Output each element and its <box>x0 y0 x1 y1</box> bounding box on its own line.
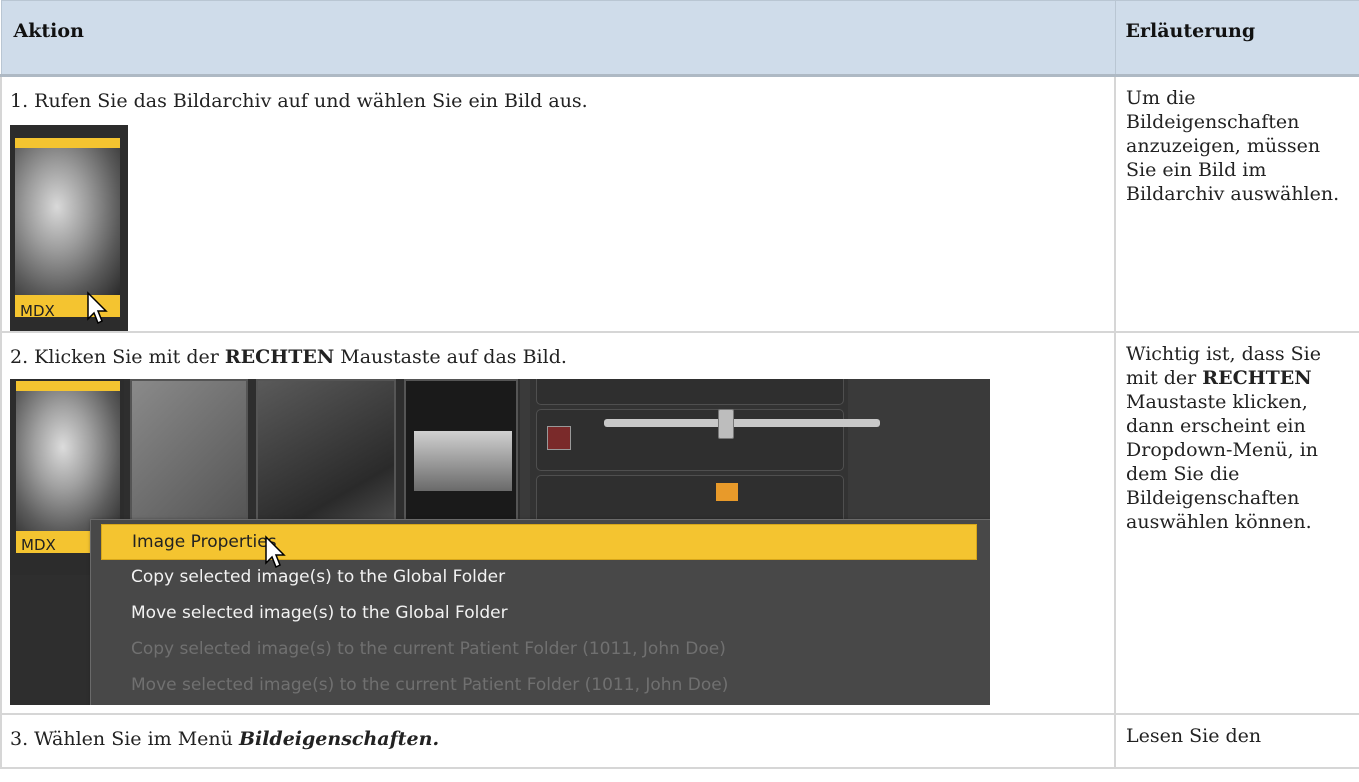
slider-handle[interactable] <box>718 409 734 439</box>
action-cell: 3. Wählen Sie im Menü Bildeigenschaften. <box>0 713 1116 769</box>
menu-item-move-global[interactable]: Move selected image(s) to the Global Fol… <box>91 596 990 632</box>
selection-bar <box>15 138 120 148</box>
thumbnail-label: MDX <box>21 536 56 554</box>
step-text-part: 2. Klicken Sie mit der <box>10 346 225 368</box>
header-explanation: Erläuterung <box>1114 0 1359 77</box>
header-action: Aktion <box>0 0 1116 77</box>
selection-bar <box>16 381 120 391</box>
mouse-cursor-icon <box>87 291 108 325</box>
menu-item-move-patient: Move selected image(s) to the current Pa… <box>131 675 729 695</box>
panoramic-image <box>414 431 512 491</box>
mouse-cursor-icon <box>265 535 286 569</box>
step-text-bold: RECHTEN <box>224 346 335 368</box>
explanation-bold: RECHTEN <box>1202 367 1312 389</box>
xray-image <box>15 148 120 295</box>
image-thumbnail[interactable]: MDX <box>10 125 128 331</box>
menu-item-copy-patient: Copy selected image(s) to the current Pa… <box>131 639 726 659</box>
step-text: 3. Wählen Sie im Menü Bildeigenschaften. <box>10 727 1114 751</box>
step-text-part: 3. Wählen Sie im Menü <box>10 728 239 750</box>
brightness-slider[interactable] <box>604 419 880 427</box>
explanation-part: Maustaste klicken, dann erscheint ein Dr… <box>1126 391 1319 533</box>
instruction-table: Aktion Erläuterung 1. Rufen Sie das Bild… <box>0 0 1359 769</box>
envelope-icon[interactable] <box>716 483 738 501</box>
thumbnail-label: MDX <box>20 302 55 320</box>
table-row: 1. Rufen Sie das Bildarchiv auf und wähl… <box>0 74 1359 333</box>
explanation-cell: Lesen Sie den <box>1114 713 1359 769</box>
menu-item-copy-global[interactable]: Copy selected image(s) to the Global Fol… <box>91 560 990 596</box>
menu-item-image-properties[interactable]: Image Properties <box>101 524 977 560</box>
explanation-cell: Um die Bildeigenschaften anzuzeigen, müs… <box>1114 74 1359 333</box>
header-row: Aktion Erläuterung <box>0 0 1359 77</box>
xray-image <box>16 391 120 531</box>
tool-group <box>536 379 844 405</box>
table-row: 3. Wählen Sie im Menü Bildeigenschaften.… <box>0 713 1359 769</box>
step-text: 1. Rufen Sie das Bildarchiv auf und wähl… <box>10 90 588 112</box>
action-cell: 2. Klicken Sie mit der RECHTEN Maustaste… <box>0 331 1116 715</box>
step-text: 2. Klicken Sie mit der RECHTEN Maustaste… <box>10 345 1114 369</box>
reset-icon[interactable] <box>547 426 571 450</box>
action-cell: 1. Rufen Sie das Bildarchiv auf und wähl… <box>0 74 1116 333</box>
context-menu-screenshot: MDX Image Properties Copy selected image… <box>10 379 990 705</box>
table-row: 2. Klicken Sie mit der RECHTEN Maustaste… <box>0 331 1359 715</box>
step-text-part: Maustaste auf das Bild. <box>334 346 567 368</box>
step-text-bold-italic: Bildeigenschaften. <box>238 728 440 750</box>
context-menu: Image Properties Copy selected image(s) … <box>90 519 990 705</box>
explanation-cell: Wichtig ist, dass Sie mit der RECHTEN Ma… <box>1114 331 1359 715</box>
